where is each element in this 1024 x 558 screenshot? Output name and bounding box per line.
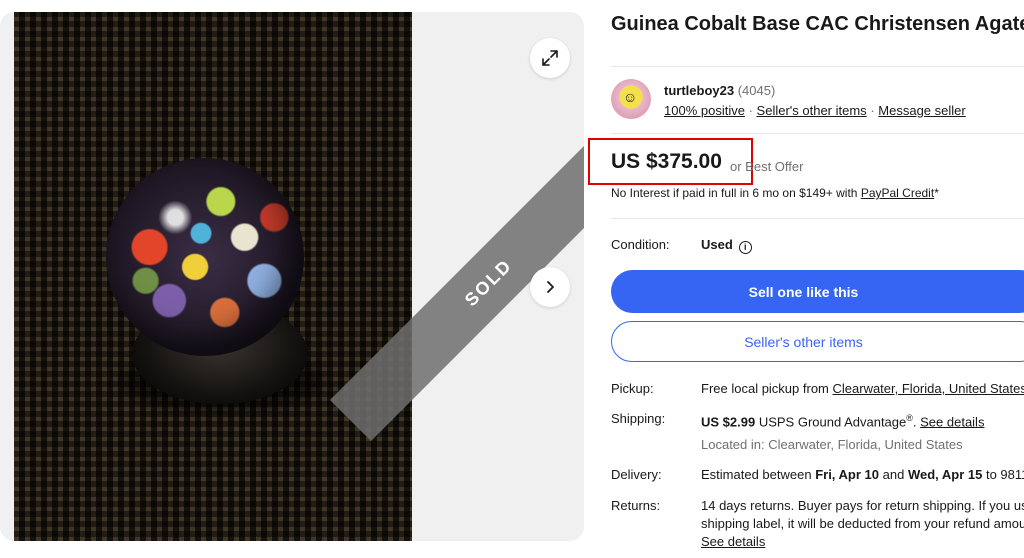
delivery-value: Estimated between Fri, Apr 10 and Wed, A… xyxy=(701,467,1024,484)
delivery-suffix: to 98115 xyxy=(985,467,1024,482)
returns-details-row: See details xyxy=(701,534,1024,549)
image-gallery: SOLD xyxy=(0,12,584,541)
expand-button[interactable] xyxy=(530,38,570,78)
seller-name[interactable]: turtleboy23 xyxy=(664,83,734,98)
returns-details-link[interactable]: See details xyxy=(701,534,765,549)
paypal-credit-link[interactable]: PayPal Credit xyxy=(861,186,934,200)
seller-positive-link[interactable]: 100% positive xyxy=(664,103,745,118)
sellers-other-items-button[interactable]: Seller's other items xyxy=(611,321,1024,362)
condition-label: Condition: xyxy=(611,237,670,252)
separator: · xyxy=(870,103,875,118)
shipping-value: US $2.99 USPS Ground Advantage®. See det… xyxy=(701,413,1024,429)
sell-one-like-this-button[interactable]: Sell one like this xyxy=(611,270,1024,313)
smiley-icon: ☺ xyxy=(623,89,638,105)
seller-links: 100% positive · Seller's other items · M… xyxy=(664,103,966,118)
seller-name-row: turtleboy23 (4045) xyxy=(664,83,775,98)
delivery-prefix: Estimated between xyxy=(701,467,816,482)
returns-label: Returns: xyxy=(611,498,661,513)
pickup-value: Free local pickup from Clearwater, Flori… xyxy=(701,381,1024,396)
seller-other-items-link[interactable]: Seller's other items xyxy=(757,103,867,118)
sold-label: SOLD xyxy=(460,254,516,310)
condition-value: Used xyxy=(701,237,733,252)
shipping-details-link[interactable]: See details xyxy=(920,414,984,429)
info-icon[interactable]: i xyxy=(738,241,752,254)
next-image-button[interactable] xyxy=(530,267,570,307)
divider xyxy=(611,218,1024,219)
shipping-cost: US $2.99 xyxy=(701,414,756,430)
seller-avatar[interactable]: ☺ xyxy=(611,79,651,119)
pickup-location-link[interactable]: Clearwater, Florida, United States 3 xyxy=(833,381,1024,396)
returns-line-2: shipping label, it will be deducted from… xyxy=(701,516,1024,531)
item-location: Located in: Clearwater, Florida, United … xyxy=(701,437,963,452)
condition-value-row: Used i xyxy=(701,237,1024,254)
pickup-label: Pickup: xyxy=(611,381,654,396)
delivery-and: and xyxy=(879,467,908,482)
divider xyxy=(611,66,1024,67)
divider xyxy=(611,133,1024,134)
financing-suffix: * xyxy=(934,186,939,200)
registered-mark: ® xyxy=(906,413,913,423)
shipping-label: Shipping: xyxy=(611,411,666,426)
shipping-service: USPS Ground Advantage xyxy=(755,414,907,430)
pickup-text: Free local pickup from xyxy=(701,381,833,396)
best-offer-text: or Best Offer xyxy=(730,159,804,174)
delivery-label: Delivery: xyxy=(611,467,662,482)
message-seller-link[interactable]: Message seller xyxy=(878,103,965,118)
listing-title: Guinea Cobalt Base CAC Christensen Agate… xyxy=(611,13,1024,35)
financing-prefix: No Interest if paid in full in 6 mo on $… xyxy=(611,186,861,200)
delivery-from: Fri, Apr 10 xyxy=(815,467,880,482)
sold-overlay: SOLD xyxy=(0,12,584,541)
chevron-right-icon xyxy=(547,281,554,293)
returns-line-1: 14 days returns. Buyer pays for return s… xyxy=(701,498,1024,513)
delivery-to: Wed, Apr 15 xyxy=(907,467,983,482)
price-amount: US $375.00 xyxy=(611,150,722,173)
financing-text: No Interest if paid in full in 6 mo on $… xyxy=(611,186,939,200)
seller-feedback-count: (4045) xyxy=(737,83,776,98)
expand-icon xyxy=(542,50,558,66)
separator: · xyxy=(748,103,753,118)
